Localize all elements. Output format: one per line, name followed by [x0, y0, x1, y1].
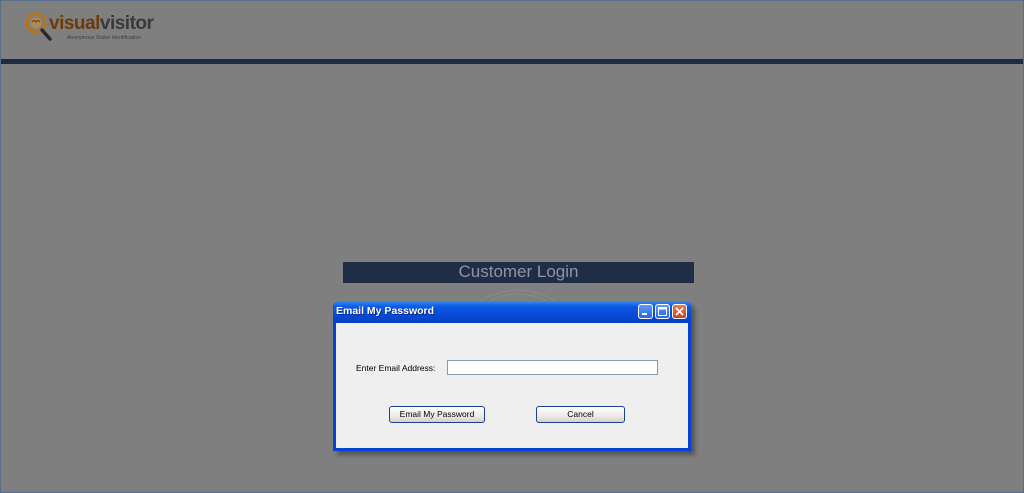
minimize-button[interactable] — [638, 304, 653, 319]
logo-visitor-text: visitor — [99, 13, 154, 34]
maximize-button[interactable] — [655, 304, 670, 319]
logo-wordmark: visualvisitor — [49, 13, 154, 34]
close-icon — [675, 307, 684, 316]
header-divider-bar — [1, 59, 1023, 64]
cancel-button[interactable]: Cancel — [536, 406, 625, 423]
login-panel-title: Customer Login — [343, 262, 694, 283]
email-input[interactable] — [447, 360, 658, 375]
dialog-titlebar[interactable]: Email My Password — [333, 301, 691, 323]
dialog-title: Email My Password — [336, 305, 435, 317]
maximize-icon — [658, 307, 667, 316]
email-label: Enter Email Address: — [356, 363, 436, 373]
email-password-dialog: Email My Password Enter Email Address: E… — [333, 301, 691, 451]
close-button[interactable] — [672, 304, 687, 319]
email-my-password-button[interactable]: Email My Password — [389, 406, 485, 423]
logo[interactable]: visualvisitor Anonymous Visitor Identifi… — [21, 11, 161, 47]
header: visualvisitor Anonymous Visitor Identifi… — [1, 1, 1023, 59]
minimize-icon — [642, 313, 647, 315]
logo-visual-text: visual — [49, 13, 100, 34]
page: visualvisitor Anonymous Visitor Identifi… — [0, 0, 1024, 493]
logo-tagline: Anonymous Visitor Identification — [67, 35, 142, 41]
dialog-body: Enter Email Address: Email My Password C… — [336, 323, 688, 448]
